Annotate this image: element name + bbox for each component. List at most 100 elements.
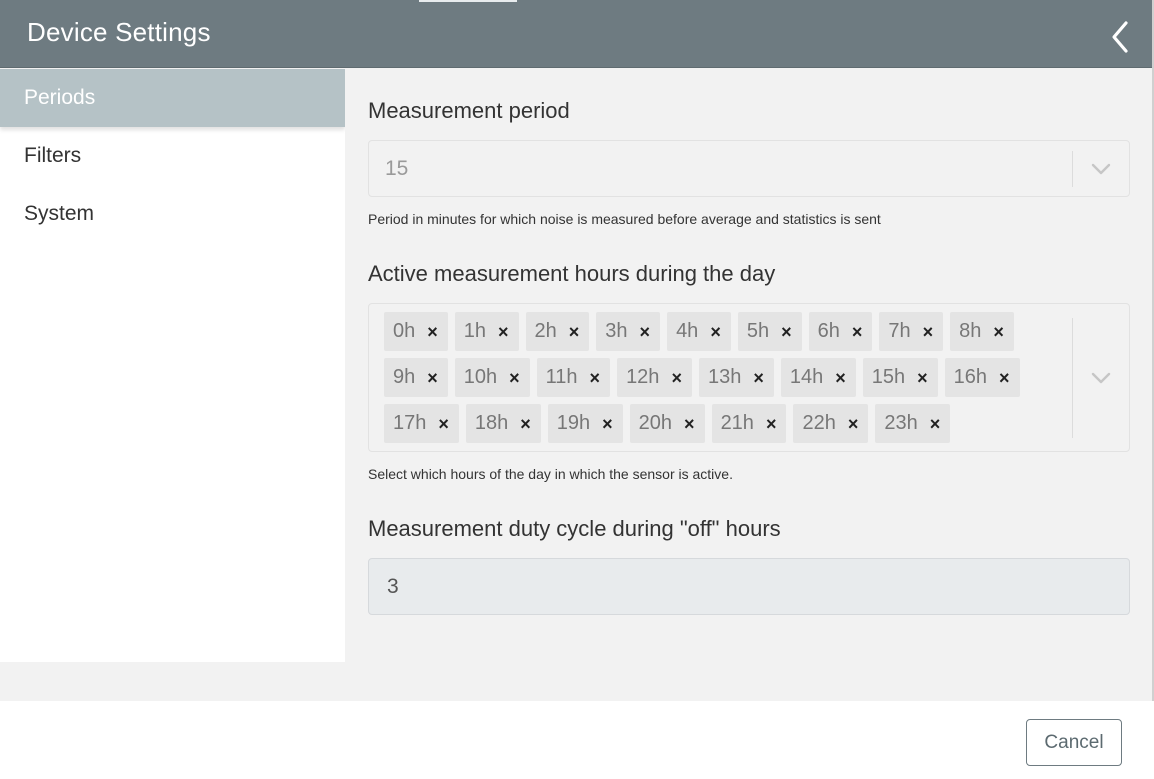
hour-tag-label: 9h: [393, 366, 416, 388]
hour-tag-label: 1h: [463, 320, 487, 342]
remove-tag-icon[interactable]: ×: [835, 369, 846, 387]
hour-tag-label: 22h: [802, 412, 836, 434]
hour-tag-label: 16h: [953, 366, 987, 388]
hour-tag: 14h ×: [780, 358, 856, 397]
title-bar: Device Settings: [0, 0, 1154, 68]
remove-tag-icon[interactable]: ×: [427, 369, 438, 387]
hour-tag: 16h ×: [944, 358, 1020, 397]
hour-tag-label: 11h: [545, 366, 578, 388]
remove-tag-icon[interactable]: ×: [781, 323, 792, 341]
hour-tag: 6h ×: [808, 312, 873, 351]
hour-tag-label: 17h: [393, 412, 427, 434]
remove-tag-icon[interactable]: ×: [590, 369, 601, 387]
hour-tag-label: 2h: [534, 320, 557, 342]
duty-cycle-input[interactable]: [368, 558, 1130, 615]
dialog-footer: Cancel: [0, 701, 1154, 779]
sidebar-item-label: Periods: [24, 86, 96, 109]
sidebar-item-system[interactable]: System: [0, 185, 345, 243]
remove-tag-icon[interactable]: ×: [602, 415, 613, 433]
hour-tag: 21h ×: [711, 404, 787, 443]
hour-tag: 8h ×: [950, 312, 1014, 351]
hour-tag-label: 7h: [888, 320, 911, 342]
hour-tag-row: 9h × 10h × 11h × 12h × 13h × 14h × 15h × 16h ×: [384, 358, 1074, 397]
remove-tag-icon[interactable]: ×: [852, 323, 863, 341]
measurement-period-label: Measurement period: [368, 98, 570, 123]
hour-tag-label: 23h: [884, 412, 918, 434]
hour-tag-label: 13h: [707, 366, 742, 388]
remove-tag-icon[interactable]: ×: [766, 415, 777, 433]
remove-tag-icon[interactable]: ×: [848, 415, 859, 433]
sidebar-item-filters[interactable]: Filters: [0, 127, 345, 185]
remove-tag-icon[interactable]: ×: [438, 415, 449, 433]
hour-tag-label: 12h: [626, 366, 660, 388]
remove-tag-icon[interactable]: ×: [923, 323, 934, 341]
duty-cycle-label: Measurement duty cycle during "off" hour…: [368, 516, 781, 541]
hour-tag-label: 6h: [817, 320, 840, 342]
chevron-left-icon: [1112, 21, 1128, 53]
active-hours-multiselect[interactable]: 0h × 1h × 2h × 3h × 4h × 5h × 6h × 7h × 8h × 9h × 10h × 11h × 12…: [368, 303, 1130, 452]
hour-tag: 4h ×: [667, 312, 731, 351]
hour-tag-label: 0h: [393, 320, 416, 342]
remove-tag-icon[interactable]: ×: [999, 369, 1010, 387]
hour-tag-label: 5h: [746, 320, 770, 342]
hour-tag-label: 10h: [463, 366, 498, 388]
remove-tag-icon[interactable]: ×: [993, 323, 1004, 341]
hour-tag-label: 4h: [676, 320, 699, 342]
remove-tag-icon[interactable]: ×: [509, 369, 520, 387]
title-accent-line: [419, 0, 517, 2]
remove-tag-icon[interactable]: ×: [710, 323, 721, 341]
remove-tag-icon[interactable]: ×: [684, 415, 695, 433]
hour-tag: 0h ×: [384, 312, 448, 351]
hour-tag: 10h ×: [454, 358, 530, 397]
hour-tag-label: 14h: [789, 366, 824, 388]
sidebar: Periods Filters System: [0, 69, 345, 662]
dialog-title: Device Settings: [27, 17, 211, 47]
hour-tag: 9h ×: [384, 358, 448, 397]
remove-tag-icon[interactable]: ×: [640, 323, 651, 341]
device-settings-dialog: Device Settings Periods Filters System M…: [0, 0, 1154, 779]
select-divider: [1072, 151, 1073, 187]
hour-tag: 3h ×: [596, 312, 661, 351]
hour-tag: 1h ×: [454, 312, 519, 351]
chevron-down-icon[interactable]: [1089, 157, 1113, 181]
remove-tag-icon[interactable]: ×: [427, 323, 438, 341]
settings-content: Measurement period 15 Period in minutes …: [345, 69, 1154, 701]
hour-tag-label: 3h: [605, 320, 628, 342]
remove-tag-icon[interactable]: ×: [917, 369, 928, 387]
hour-tag-label: 19h: [556, 412, 591, 434]
active-hours-help: Select which hours of the day in which t…: [368, 466, 733, 482]
hour-tag: 19h ×: [547, 404, 623, 443]
sidebar-item-periods[interactable]: Periods: [0, 69, 345, 127]
hour-tag: 13h ×: [698, 358, 774, 397]
remove-tag-icon[interactable]: ×: [671, 369, 682, 387]
measurement-period-select[interactable]: 15: [368, 140, 1130, 197]
hour-tag: 22h ×: [793, 404, 869, 443]
hour-tag: 15h ×: [862, 358, 938, 397]
remove-tag-icon[interactable]: ×: [520, 415, 531, 433]
hour-tag: 5h ×: [737, 312, 802, 351]
hour-tag-label: 18h: [474, 412, 509, 434]
hour-tag-label: 20h: [638, 412, 673, 434]
remove-tag-icon[interactable]: ×: [569, 323, 580, 341]
hour-tag: 23h ×: [875, 404, 951, 443]
hour-tag: 7h ×: [879, 312, 944, 351]
cancel-button[interactable]: Cancel: [1026, 719, 1122, 766]
hour-tag-label: 8h: [959, 320, 982, 342]
select-divider: [1072, 318, 1073, 438]
remove-tag-icon[interactable]: ×: [753, 369, 764, 387]
hour-tags: 0h × 1h × 2h × 3h × 4h × 5h × 6h × 7h × 8h × 9h × 10h × 11h × 12…: [384, 312, 1074, 450]
hour-tag: 11h ×: [536, 358, 611, 397]
measurement-period-value: 15: [385, 157, 409, 180]
sidebar-item-label: System: [24, 202, 95, 225]
back-button[interactable]: [1106, 20, 1136, 54]
chevron-down-icon[interactable]: [1089, 366, 1113, 390]
hour-tag-row: 17h × 18h × 19h × 20h × 21h × 22h × 23h ×: [384, 404, 1074, 443]
hour-tag: 2h ×: [525, 312, 590, 351]
remove-tag-icon[interactable]: ×: [498, 323, 509, 341]
measurement-period-help: Period in minutes for which noise is mea…: [368, 211, 881, 227]
remove-tag-icon[interactable]: ×: [930, 415, 941, 433]
sidebar-item-label: Filters: [24, 144, 82, 167]
hour-tag-label: 15h: [871, 366, 906, 388]
active-hours-label: Active measurement hours during the day: [368, 261, 776, 286]
hour-tag: 20h ×: [629, 404, 705, 443]
